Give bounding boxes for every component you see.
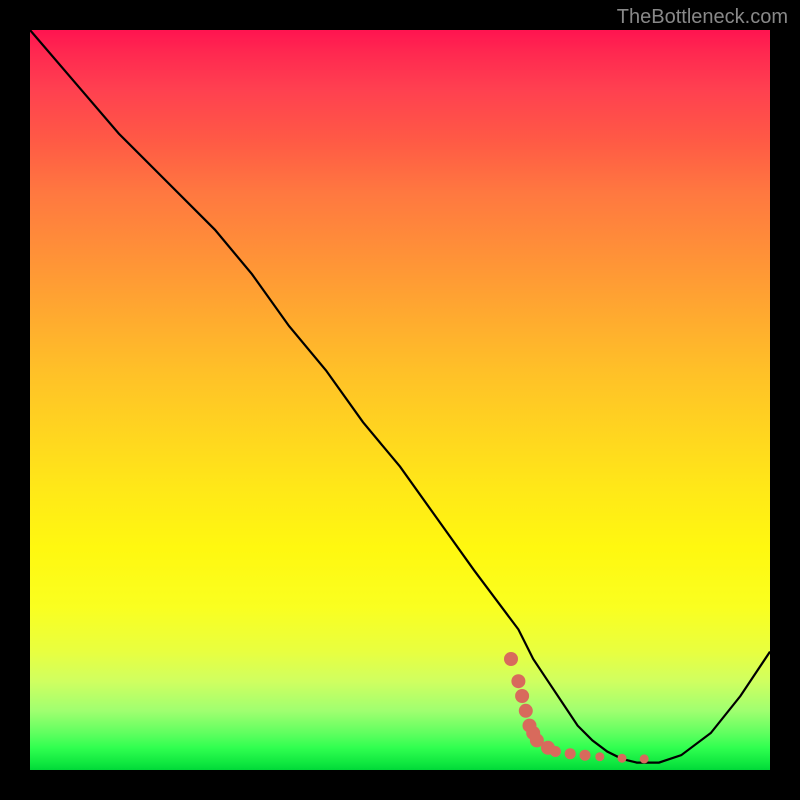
data-dot (580, 750, 591, 761)
data-dot (550, 746, 561, 757)
data-dot (640, 754, 649, 763)
chart-svg (30, 30, 770, 770)
data-dot (618, 754, 627, 763)
main-curve-line (30, 30, 770, 763)
data-dot (515, 689, 529, 703)
watermark-text: TheBottleneck.com (617, 6, 788, 29)
data-dot (511, 674, 525, 688)
data-dot (565, 748, 576, 759)
data-dot (504, 652, 518, 666)
data-dot (519, 704, 533, 718)
data-dot (595, 752, 604, 761)
dots-group (504, 652, 649, 763)
chart-plot-area (30, 30, 770, 770)
